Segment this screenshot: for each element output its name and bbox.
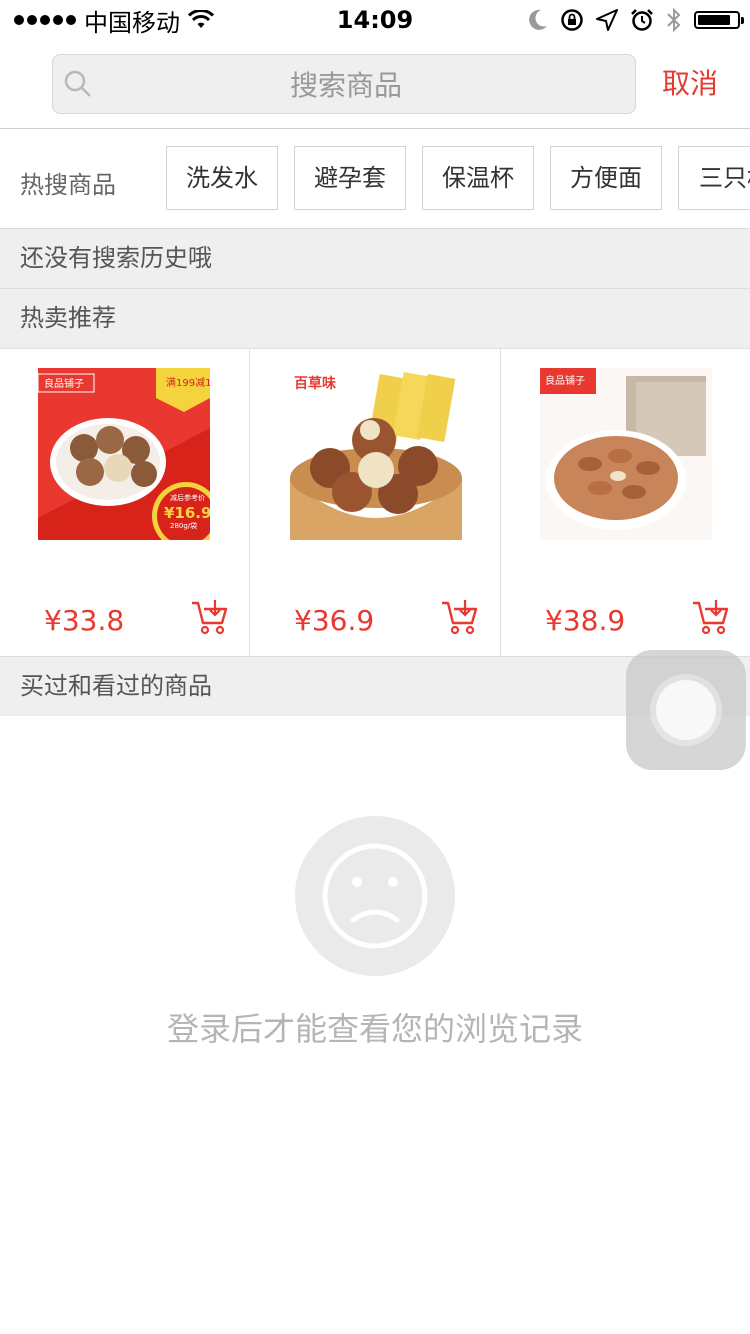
hot-search-tag[interactable]: 方便面	[550, 146, 662, 210]
add-to-cart-icon[interactable]	[691, 597, 731, 637]
product-image: 良品铺子	[540, 368, 712, 540]
moon-icon	[529, 9, 547, 30]
search-history-empty: 还没有搜索历史哦	[0, 228, 750, 288]
product-card[interactable]: 良品铺子 满199减100 减后参考价 ¥16.9 280g/袋 ¥33.8	[0, 349, 249, 656]
badge-label-text: 减后参考价	[170, 493, 205, 502]
rotation-lock-icon	[561, 9, 583, 31]
product-card[interactable]: 良品铺子 ¥38.9	[500, 349, 750, 656]
product-price: ¥36.9	[294, 604, 375, 637]
product-brand-text: 良品铺子	[545, 374, 585, 387]
product-image: 百草味	[290, 368, 462, 540]
add-to-cart-icon[interactable]	[190, 597, 230, 637]
cancel-button[interactable]: 取消	[662, 62, 718, 106]
hot-search-row: 热搜商品 洗发水 避孕套 保温杯 方便面 三只松鼠	[0, 129, 750, 228]
hot-search-tag[interactable]: 保温杯	[422, 146, 534, 210]
recommend-title: 热卖推荐	[0, 288, 750, 348]
battery-level	[698, 15, 730, 25]
location-icon	[596, 9, 618, 31]
promo-text: 满199减100	[166, 377, 210, 389]
hot-search-label: 热搜商品	[20, 171, 116, 199]
search-input[interactable]	[53, 55, 639, 115]
hot-search-tag[interactable]: 避孕套	[294, 146, 406, 210]
bluetooth-icon	[667, 7, 681, 33]
search-box[interactable]	[52, 54, 639, 115]
product-card[interactable]: 百草味 ¥36.9	[249, 349, 500, 656]
hot-search-tag[interactable]: 洗发水	[166, 146, 278, 210]
hot-search-tag[interactable]: 三只松鼠	[678, 146, 750, 210]
product-brand-text: 百草味	[294, 375, 336, 392]
assistive-touch-button[interactable]	[626, 650, 746, 770]
status-right	[528, 6, 744, 34]
badge-weight-text: 280g/袋	[170, 521, 197, 530]
status-bar: 中国移动 14:09	[0, 0, 750, 40]
alarm-icon	[631, 9, 653, 31]
product-grid: 良品铺子 满199减100 减后参考价 ¥16.9 280g/袋 ¥33.8 百…	[0, 348, 750, 656]
battery-icon	[694, 11, 744, 29]
badge-price-text: ¥16.9	[164, 504, 210, 522]
product-price: ¥33.8	[44, 604, 125, 637]
sad-face-icon	[295, 816, 455, 976]
product-price: ¥38.9	[545, 604, 626, 637]
login-prompt-text: 登录后才能查看您的浏览记录	[166, 1010, 583, 1048]
product-brand-text: 良品铺子	[44, 377, 84, 390]
product-image: 良品铺子 满199减100 减后参考价 ¥16.9 280g/袋	[38, 368, 210, 540]
add-to-cart-icon[interactable]	[440, 597, 480, 637]
